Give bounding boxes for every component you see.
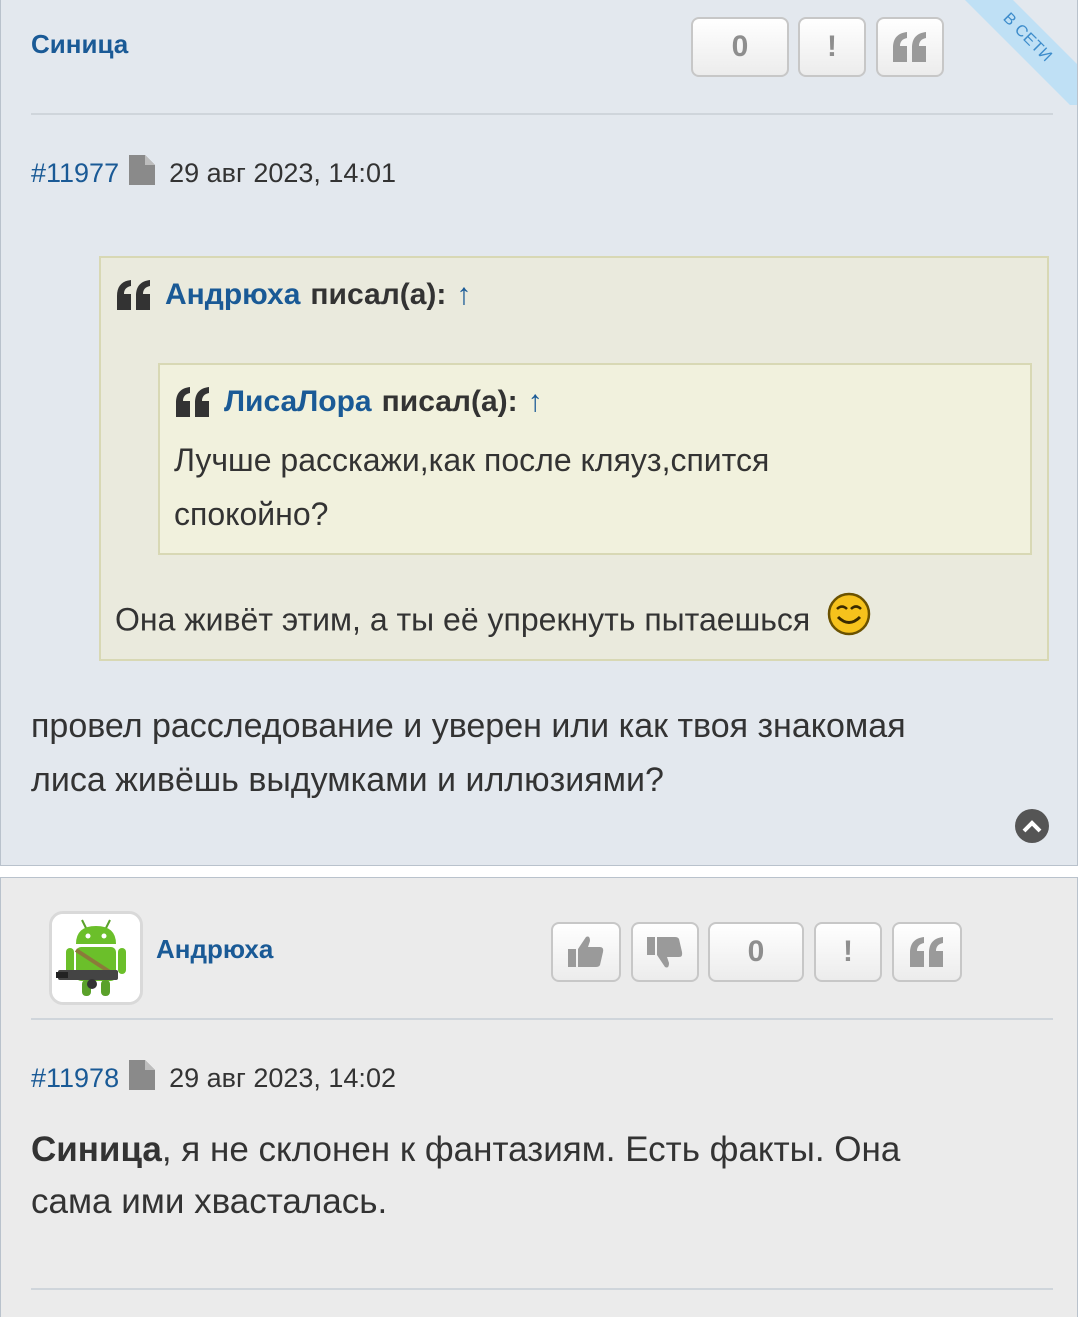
post-11978: Андрюха 0 ! #11978 29 авг 2023, 14:02 Си… <box>0 877 1078 1317</box>
chevron-up-icon <box>1022 820 1042 833</box>
quote-reply-text: Она живёт этим, а ты её упрекнуть пытаеш… <box>115 592 871 652</box>
document-icon <box>129 155 156 192</box>
quote-mark-icon <box>176 387 209 417</box>
post-body-line: провел расследование и уверен или как тв… <box>31 707 906 745</box>
mention-username[interactable]: Синица <box>31 1130 162 1169</box>
exclamation-icon: ! <box>843 935 853 968</box>
quote-text: Лучше расскажи,как после кляуз,спится сп… <box>174 433 769 541</box>
android-robot-icon <box>52 914 140 1002</box>
quote-header: ЛисаЛора писал(а): ↑ <box>174 385 543 419</box>
report-button[interactable]: ! <box>798 17 866 77</box>
thumbs-down-icon <box>647 937 683 968</box>
quote-reply-line: Она живёт этим, а ты её упрекнуть пытаеш… <box>115 601 811 638</box>
post-11977: Синица 0 ! В СЕТИ #11977 29 авг 2023, 14… <box>0 0 1078 866</box>
quote-icon <box>910 937 943 967</box>
quote-header: Андрюха писал(а): ↑ <box>115 278 471 312</box>
quote-icon <box>893 32 926 62</box>
quote-text-line: Лучше расскажи,как после кляуз,спится <box>174 442 770 478</box>
document-icon <box>129 1060 156 1097</box>
quote-button[interactable] <box>876 17 944 77</box>
quote-block-inner: ЛисаЛора писал(а): ↑ Лучше расскажи,как … <box>158 363 1032 555</box>
rating-counter-button[interactable]: 0 <box>691 17 789 77</box>
post-number-link[interactable]: #11978 <box>31 1063 119 1094</box>
post-number-link[interactable]: #11977 <box>31 158 119 189</box>
quote-mark-icon <box>117 280 150 310</box>
divider <box>31 1018 1053 1020</box>
divider <box>31 113 1053 115</box>
exclamation-icon: ! <box>827 30 837 63</box>
report-button[interactable]: ! <box>814 922 882 982</box>
quote-wrote-label: писал(а): <box>310 278 447 311</box>
post-body-text: , я не склонен к фантазиям. Есть факты. … <box>161 1130 901 1169</box>
scroll-to-top-button[interactable] <box>1015 809 1049 843</box>
quote-button[interactable] <box>892 922 962 982</box>
avatar[interactable] <box>49 911 143 1005</box>
post-date: 29 авг 2023, 14:01 <box>169 158 396 188</box>
dislike-button[interactable] <box>631 922 699 982</box>
quote-text-line: спокойно? <box>174 496 329 532</box>
rating-counter-button[interactable]: 0 <box>708 922 804 982</box>
quote-author-link[interactable]: Андрюха <box>165 278 300 312</box>
smiley-icon <box>827 592 871 652</box>
post-meta: #11977 29 авг 2023, 14:01 <box>31 155 396 192</box>
post-body: провел расследование и уверен или как тв… <box>31 699 906 807</box>
quote-wrote-label: писал(а): <box>381 385 518 418</box>
post-author-name[interactable]: Синица <box>31 29 128 60</box>
post-date: 29 авг 2023, 14:02 <box>169 1063 396 1093</box>
post-body-line: Синица, я не склонен к фантазиям. Есть ф… <box>31 1124 900 1176</box>
post-author-name[interactable]: Андрюха <box>156 934 273 965</box>
post-body: Синица, я не склонен к фантазиям. Есть ф… <box>31 1124 900 1228</box>
post-body-line: сама ими хвасталась. <box>31 1182 388 1221</box>
quote-author-link[interactable]: ЛисаЛора <box>224 385 372 419</box>
thumbs-up-icon <box>568 936 604 967</box>
like-button[interactable] <box>551 922 621 982</box>
post-body-line: лиса живёшь выдумками и иллюзиями? <box>31 761 664 799</box>
quote-block-outer: Андрюха писал(а): ↑ ЛисаЛора писал(а): ↑… <box>99 256 1049 661</box>
online-ribbon: В СЕТИ <box>941 0 1077 105</box>
post-meta: #11978 29 авг 2023, 14:02 <box>31 1060 396 1097</box>
online-status-badge: В СЕТИ <box>951 0 1077 105</box>
quote-source-arrow-link[interactable]: ↑ <box>528 385 543 419</box>
divider <box>31 1288 1053 1290</box>
quote-source-arrow-link[interactable]: ↑ <box>456 278 471 312</box>
